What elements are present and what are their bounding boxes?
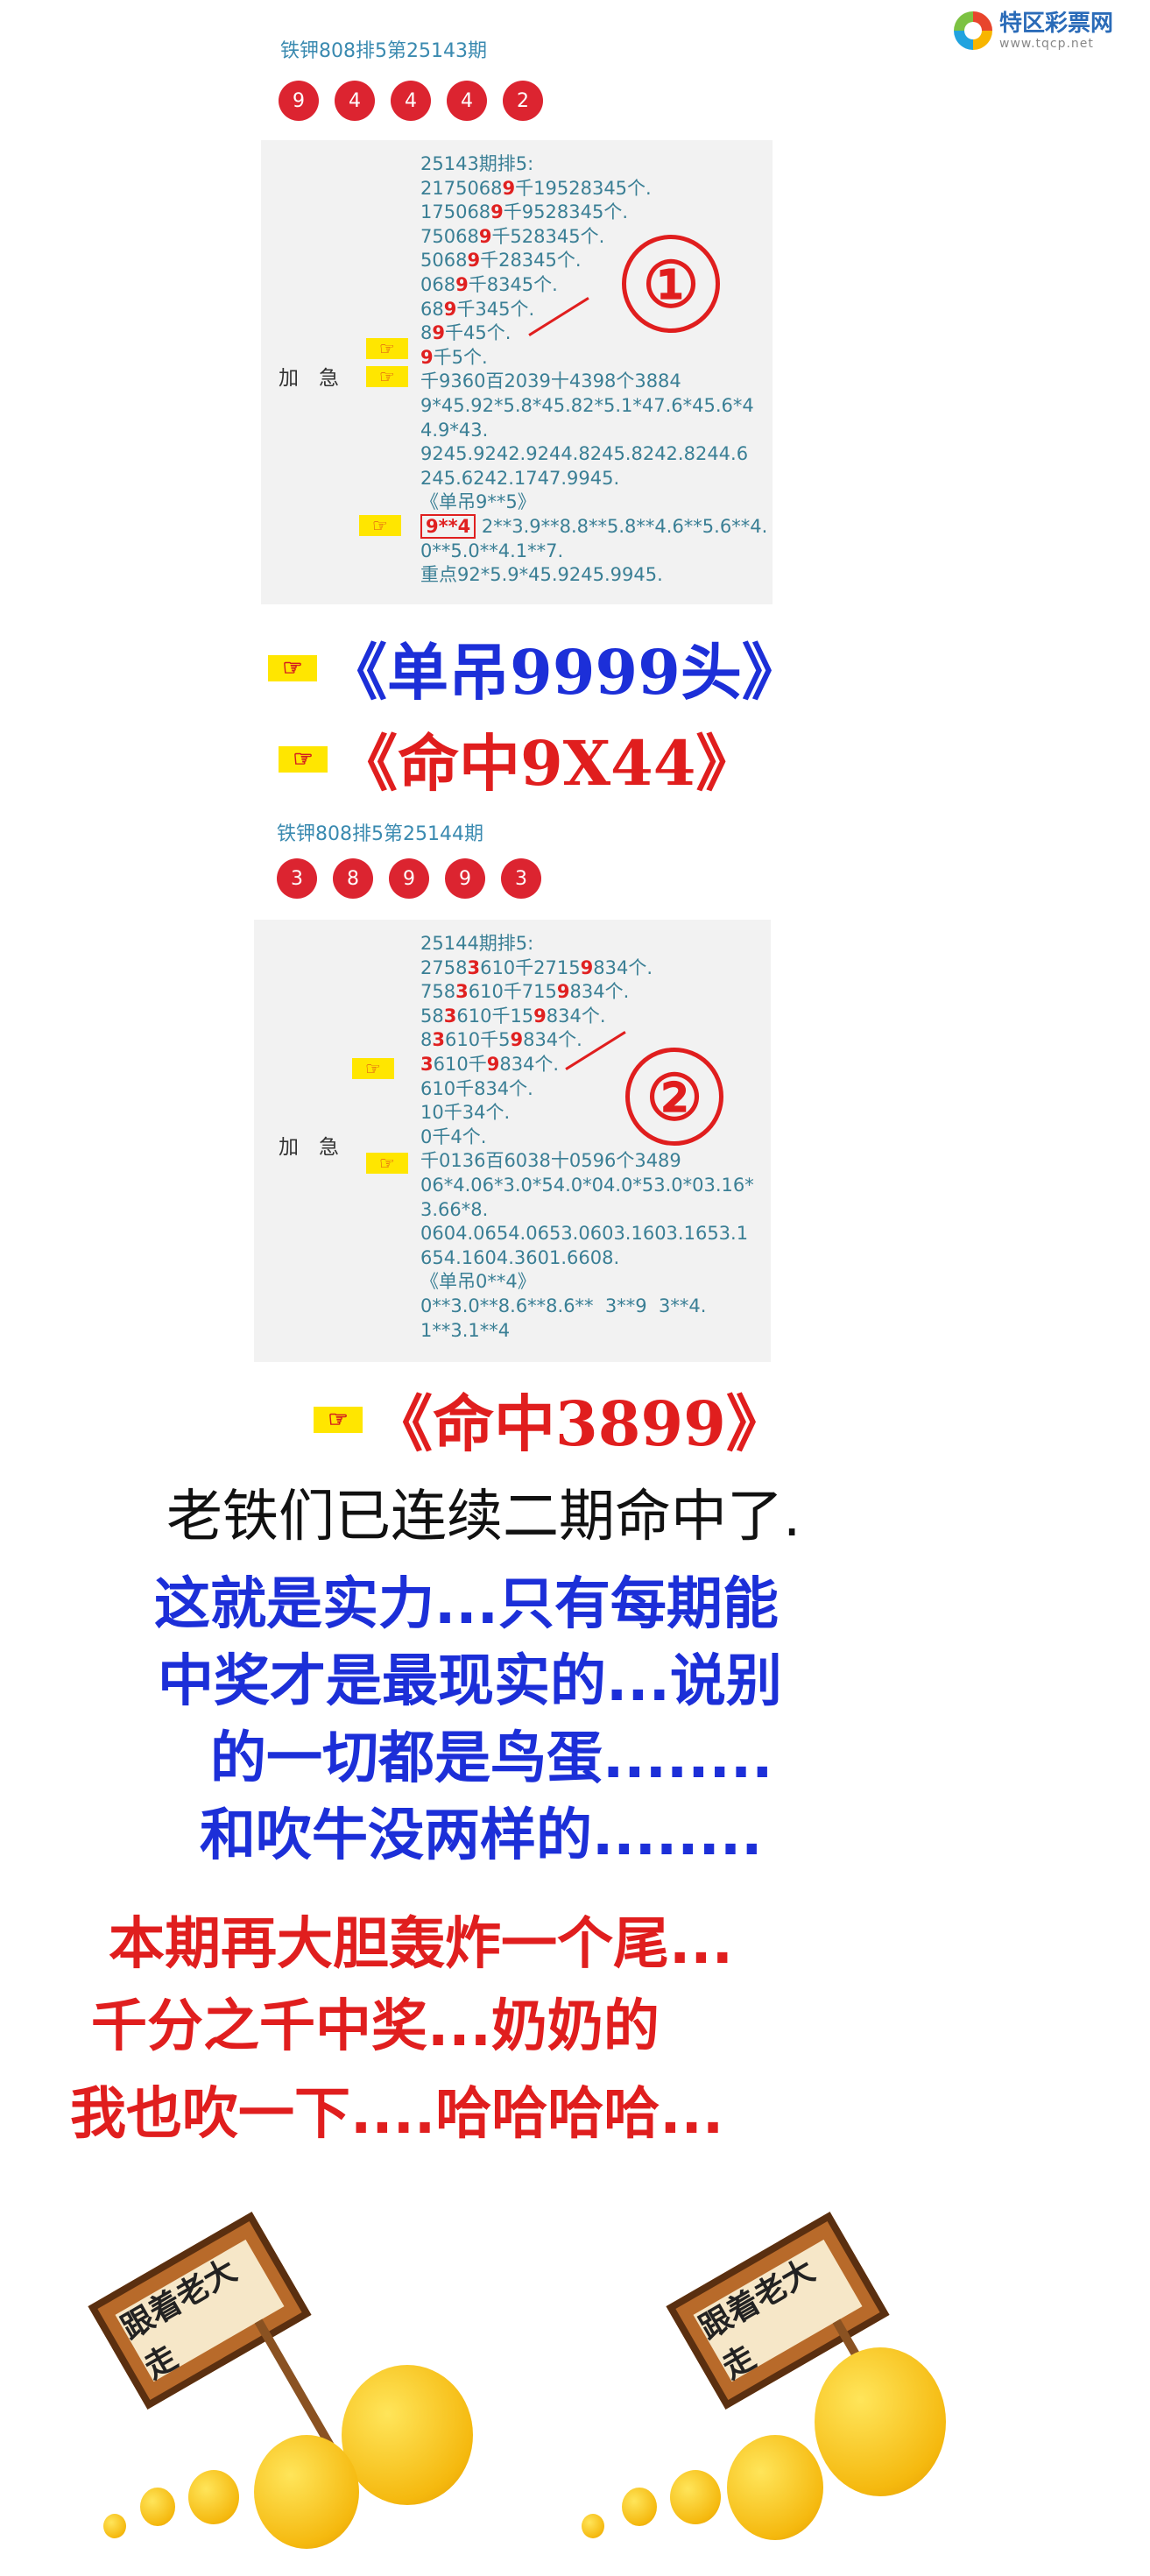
draw-ball: 3 (501, 858, 541, 899)
prediction-line: 83610千59834个. (420, 1029, 582, 1051)
prediction-line: 7583610千7159834个. (420, 981, 630, 1003)
prediction-line: 9千5个. (420, 346, 488, 368)
mascot-chick (254, 2435, 359, 2549)
draw-ball: 3 (277, 858, 317, 899)
prediction-line: 1**3.1**4 (420, 1319, 511, 1341)
headline-1: ☞ 《单吊9999头》 (268, 624, 803, 712)
mascot-group-left: 跟着老大走 (88, 2212, 543, 2558)
urgent-label: 加 急 (279, 367, 339, 390)
message-red-1: 本期再大胆轰炸一个尾... (109, 1912, 733, 1977)
pointing-hand-icon: ☞ (359, 515, 401, 536)
pointing-hand-icon: ☞ (314, 1406, 363, 1433)
prediction-panel-1: 加 急 ☞ ☞ ☞ 25143期排5: 21750689千19528345个. 17… (261, 140, 773, 604)
prediction-line: 千0136百6038十0596个3489 (420, 1150, 681, 1172)
site-name: 特区彩票网 (999, 11, 1114, 37)
prediction-line: 654.1604.3601.6608. (420, 1246, 620, 1268)
prediction-line: 0**3.0**8.6**8.6** 3**9 3**4. (420, 1295, 707, 1316)
message-blue-4: 和吹牛没两样的........ (200, 1803, 763, 1868)
mascot-chick (727, 2435, 823, 2540)
urgent-label: 加 急 (279, 1136, 339, 1159)
prediction-line: 9**4 2**3.9**8.8**5.8**4.6**5.6**4. (420, 513, 767, 540)
draw-ball: 9 (445, 858, 485, 899)
message-red-3: 我也吹一下....哈哈哈哈... (70, 2082, 724, 2147)
prediction-line: 06*4.06*3.0*54.0*04.0*53.0*03.16* (420, 1174, 754, 1196)
prediction-line: 千9360百2039十4398个3884 (420, 371, 681, 392)
prediction-line: 4.9*43. (420, 419, 489, 441)
pointing-hand-icon: ☞ (279, 745, 328, 773)
prediction-line: 25144期排5: (420, 933, 534, 954)
site-logo[interactable]: 特区彩票网 www.tqcp.net (954, 5, 1138, 56)
sign-text: 跟着老大走 (115, 2239, 285, 2386)
mascot-chick (582, 2514, 604, 2538)
mascot-chick (188, 2470, 239, 2524)
headline-text-2: 《命中9X44》 (336, 727, 758, 800)
headline-3: ☞ 《命中3899》 (314, 1375, 787, 1464)
pointing-hand-icon: ☞ (268, 654, 317, 681)
badge-2: ② (625, 1048, 723, 1146)
mascot-chick (622, 2488, 657, 2526)
message-black: 老铁们已连续二期命中了. (166, 1485, 801, 1549)
draw-ball: 4 (447, 81, 487, 121)
mascot-chick (815, 2347, 946, 2496)
prediction-line: 0**5.0**4.1**7. (420, 540, 564, 561)
prediction-line: 750689千528345个. (420, 225, 605, 247)
message-red-2: 千分之千中奖...奶奶的 (91, 1994, 660, 2059)
pointing-hand-icon: ☞ (366, 1153, 408, 1174)
issue-title-1: 铁钾808排5第25143期 (280, 40, 487, 62)
headline-text-3: 《命中3899》 (371, 1387, 787, 1460)
sign-text: 跟着老大走 (693, 2239, 863, 2386)
mascot-group-right: 跟着老大走 (569, 2212, 1025, 2558)
message-blue-3: 的一切都是鸟蛋........ (210, 1726, 773, 1791)
site-url: www.tqcp.net (999, 37, 1094, 51)
draw-ball: 9 (279, 81, 319, 121)
prediction-line: 25143期排5: (420, 153, 534, 174)
headline-text-1: 《单吊9999头》 (326, 636, 803, 709)
sign: 跟着老大走 (88, 2212, 312, 2410)
draw-ball: 9 (389, 858, 429, 899)
draw-ball: 4 (335, 81, 375, 121)
draw-ball: 4 (391, 81, 431, 121)
headline-2: ☞ 《命中9X44》 (279, 715, 757, 803)
logo-swirl-icon (954, 11, 992, 50)
pointing-hand-icon: ☞ (352, 1058, 394, 1079)
prediction-line: 0604.0654.0653.0603.1603.1653.1 (420, 1223, 749, 1245)
prediction-text-1: 25143期排5: 21750689千19528345个. 1750689千9528… (420, 152, 767, 588)
prediction-line: 89千45个. (420, 322, 512, 344)
prediction-text-2: 25144期排5: 27583610千27159834个. 7583610千7159… (420, 932, 754, 1343)
issue-title-2: 铁钾808排5第25144期 (277, 823, 483, 845)
prediction-line: 3.66*8. (420, 1198, 489, 1220)
mascot-chick (103, 2514, 126, 2538)
draw-balls-2: 3 8 9 9 3 (277, 858, 541, 899)
pointing-hand-icon: ☞ (366, 366, 408, 387)
draw-ball: 2 (503, 81, 543, 121)
mascot-chick (140, 2488, 175, 2526)
prediction-line: 9*45.92*5.8*45.82*5.1*47.6*45.6*4 (420, 394, 754, 416)
pointing-hand-icon: ☞ (366, 338, 408, 359)
draw-ball: 8 (333, 858, 373, 899)
prediction-line: 9245.9242.9244.8245.8242.8244.6 (420, 443, 749, 465)
prediction-line: 245.6242.1747.9945. (420, 467, 620, 489)
prediction-line: 1750689千9528345个. (420, 201, 628, 223)
prediction-line: 《单吊9**5》 (420, 491, 536, 513)
prediction-line: 21750689千19528345个. (420, 177, 652, 199)
badge-1: ① (622, 235, 720, 333)
message-blue-1: 这就是实力...只有每期能 (154, 1572, 779, 1637)
prediction-line: 重点92*5.9*45.9245.9945. (420, 564, 663, 586)
prediction-line: 27583610千27159834个. (420, 956, 653, 978)
mascot-chick (342, 2365, 473, 2505)
prediction-panel-2: 加 急 ☞ ☞ 25144期排5: 27583610千27159834个. 7583… (254, 920, 771, 1362)
draw-balls-1: 9 4 4 4 2 (279, 81, 543, 121)
message-blue-2: 中奖才是最现实的...说别 (158, 1649, 782, 1714)
prediction-line: 583610千159834个. (420, 1005, 606, 1027)
mascot-chick (670, 2470, 721, 2524)
prediction-line: 《单吊0**4》 (420, 1271, 536, 1293)
